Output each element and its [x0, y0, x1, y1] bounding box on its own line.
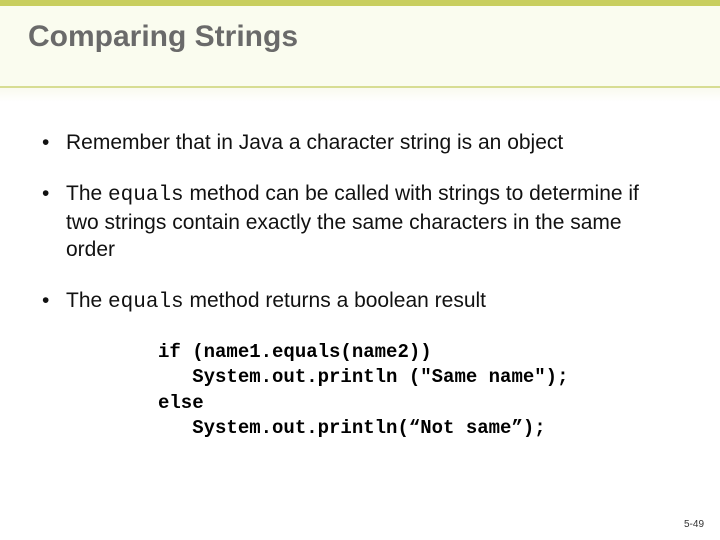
bullet-item: The equals method returns a boolean resu… — [38, 288, 670, 317]
slide-title: Comparing Strings — [28, 20, 298, 54]
bullet-list: Remember that in Java a character string… — [38, 130, 670, 316]
bullet-text-post: method returns a boolean result — [184, 289, 486, 312]
header-fade — [0, 88, 720, 102]
slide-content: Remember that in Java a character string… — [38, 130, 670, 441]
code-inline-equals: equals — [108, 184, 184, 207]
code-inline-equals: equals — [108, 291, 184, 314]
bullet-text-pre: The — [66, 289, 108, 312]
bullet-text: Remember that in Java a character string… — [66, 131, 563, 154]
code-block: if (name1.equals(name2)) System.out.prin… — [158, 340, 670, 440]
page-number: 5-49 — [684, 519, 704, 530]
bullet-item: Remember that in Java a character string… — [38, 130, 670, 157]
bullet-text-pre: The — [66, 182, 108, 205]
bullet-item: The equals method can be called with str… — [38, 181, 670, 264]
